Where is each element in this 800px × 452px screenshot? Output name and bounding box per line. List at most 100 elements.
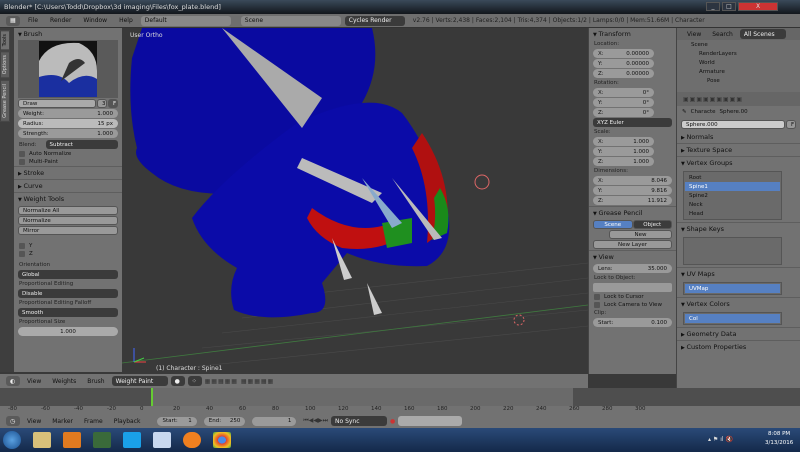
mirror-button[interactable]: Mirror <box>18 226 118 235</box>
scale-x[interactable]: X: 1.000 <box>593 137 654 146</box>
timeline-menu-view[interactable]: View <box>23 418 45 425</box>
location-y[interactable]: Y: 0.00000 <box>593 59 654 68</box>
scale-y[interactable]: Y: 1.000 <box>593 147 654 156</box>
end-frame-field[interactable]: End: 250 <box>203 416 246 426</box>
geometry-data-header[interactable]: Geometry Data <box>677 328 800 340</box>
menu-file[interactable]: File <box>24 17 42 24</box>
mesh-name-field[interactable]: Sphere.000 <box>681 120 785 129</box>
clip-start-field[interactable]: Start: 0.100 <box>593 318 672 327</box>
outliner-filter-select[interactable]: All Scenes <box>739 29 786 39</box>
mode-select[interactable]: Weight Paint <box>111 376 168 386</box>
skype-taskbar-icon[interactable] <box>123 432 141 448</box>
menu-window[interactable]: Window <box>79 17 111 24</box>
normalize-all-button[interactable]: Normalize All <box>18 206 118 215</box>
vertex-colors-header[interactable]: Vertex Colors <box>677 298 800 310</box>
maximize-button[interactable]: □ <box>722 2 736 11</box>
uv-map-item[interactable]: UVMap <box>685 284 780 293</box>
lock-cursor-checkbox[interactable]: Lock to Cursor <box>589 293 676 301</box>
menu-help[interactable]: Help <box>115 17 137 24</box>
shape-keys-header[interactable]: Shape Keys <box>677 223 800 235</box>
blender-taskbar-icon[interactable] <box>183 432 201 448</box>
layout-selector[interactable]: Default <box>140 15 231 26</box>
chrome-taskbar-icon[interactable] <box>213 432 231 448</box>
rotation-z[interactable]: Z: 0° <box>593 108 654 117</box>
breadcrumb-object[interactable]: Characte <box>691 109 716 115</box>
paint-taskbar-icon[interactable] <box>153 432 171 448</box>
editor-type-icon[interactable]: ◐ <box>6 376 20 386</box>
blend-select[interactable]: Subtract <box>45 140 118 149</box>
custom-properties-header[interactable]: Custom Properties <box>677 341 800 353</box>
scale-z[interactable]: Z: 1.000 <box>593 157 654 166</box>
gp-new-button[interactable]: New <box>609 230 672 239</box>
weight-field[interactable]: Weight: 1.000 <box>18 109 118 118</box>
dimension-x[interactable]: X: 8.046 <box>593 176 672 185</box>
uv-maps-header[interactable]: UV Maps <box>677 268 800 280</box>
outliner-menu-search[interactable]: Search <box>708 31 737 38</box>
outliner-menu-view[interactable]: View <box>683 31 705 38</box>
rotation-x[interactable]: X: 0° <box>593 88 654 97</box>
curve-panel-header[interactable]: Curve <box>14 180 122 192</box>
editor-type-icon[interactable]: ▦ <box>6 15 20 26</box>
auto-normalize-checkbox[interactable]: Auto Normalize <box>14 150 122 158</box>
dimension-y[interactable]: Y: 9.816 <box>593 186 672 195</box>
render-engine-select[interactable]: Cycles Render <box>344 15 405 26</box>
z-checkbox[interactable]: Z <box>14 250 122 258</box>
falloff-select[interactable]: Smooth <box>18 308 118 317</box>
3d-viewport[interactable]: User Ortho (1) Character : Spine1 <box>122 28 588 374</box>
vertex-group-item[interactable]: Head <box>685 209 780 218</box>
proportional-size-field[interactable]: 1.000 <box>18 327 118 336</box>
brush-users[interactable]: 3 <box>97 99 107 108</box>
weights-menu[interactable]: Weights <box>48 378 80 385</box>
current-frame-field[interactable]: 1 <box>252 416 297 426</box>
dimension-z[interactable]: Z: 11.912 <box>593 196 672 205</box>
shading-icon[interactable]: ● <box>170 376 185 386</box>
vertex-group-item[interactable]: Spine2 <box>685 191 780 200</box>
gp-object-tab[interactable]: Object <box>632 220 672 229</box>
minimize-button[interactable]: _ <box>706 2 720 11</box>
editor-type-icon[interactable]: ◷ <box>6 416 20 426</box>
start-button[interactable] <box>3 431 21 449</box>
timeline-ruler[interactable]: -80 -60 -40 -20 0 20 40 60 80 100 120 140 160 180 200 2… <box>0 406 800 414</box>
brush-menu[interactable]: Brush <box>83 378 108 385</box>
mesh-fake-user[interactable]: F <box>786 120 796 129</box>
brush-panel-header[interactable]: Brush <box>14 28 122 40</box>
lock-camera-checkbox[interactable]: Lock Camera to View <box>589 301 676 309</box>
scene-selector[interactable]: Scene <box>240 15 341 26</box>
location-x[interactable]: X: 0.00000 <box>593 49 654 58</box>
vertex-group-item[interactable]: Root <box>685 173 780 182</box>
explorer-taskbar-icon[interactable] <box>33 432 51 448</box>
normalize-button[interactable]: Normalize <box>18 216 118 225</box>
playback-controls-icon[interactable]: ⏮◀◀▶⏭ <box>303 417 328 425</box>
outliner-item-scene[interactable]: Scene <box>677 40 800 49</box>
clock-date[interactable]: 3/13/2016 <box>765 440 793 446</box>
tab-tools[interactable]: Tools <box>0 30 10 51</box>
outliner-item-armature[interactable]: Armature <box>677 67 800 76</box>
stroke-panel-header[interactable]: Stroke <box>14 167 122 179</box>
lens-field[interactable]: Lens: 35.000 <box>593 264 672 273</box>
transform-header[interactable]: Transform <box>589 28 676 40</box>
rotation-mode-select[interactable]: XYZ Euler <box>593 118 672 127</box>
strength-field[interactable]: Strength: 1.000 <box>18 129 118 138</box>
multi-paint-checkbox[interactable]: Multi-Paint <box>14 158 122 166</box>
vertex-color-item[interactable]: Col <box>685 314 780 323</box>
vertex-group-item[interactable]: Spine1 <box>685 182 780 191</box>
clock-time[interactable]: 8:08 PM <box>768 431 790 437</box>
view-menu[interactable]: View <box>23 378 45 385</box>
tab-grease-pencil[interactable]: Grease Pencil <box>0 79 10 122</box>
outliner-item-renderlayers[interactable]: RenderLayers <box>677 49 800 58</box>
tab-options[interactable]: Options <box>0 51 10 79</box>
radius-field[interactable]: Radius: 15 px <box>18 119 118 128</box>
outliner-item-world[interactable]: World <box>677 58 800 67</box>
close-button[interactable]: X <box>738 2 778 11</box>
texture-space-header[interactable]: Texture Space <box>677 144 800 156</box>
timeline-area[interactable] <box>0 388 800 406</box>
menu-render[interactable]: Render <box>46 17 75 24</box>
breadcrumb-mesh[interactable]: Sphere.00 <box>720 109 748 115</box>
brush-preview[interactable] <box>18 40 118 98</box>
layer-buttons[interactable]: ▦▦▦▦▦ ▦▦▦▦▦ <box>205 378 275 385</box>
proportional-editing-select[interactable]: Disable <box>18 289 118 298</box>
vertex-group-item[interactable]: Neck <box>685 200 780 209</box>
timeline-menu-playback[interactable]: Playback <box>110 418 145 425</box>
view-header[interactable]: View <box>589 251 676 263</box>
weight-tools-header[interactable]: Weight Tools <box>14 193 122 205</box>
